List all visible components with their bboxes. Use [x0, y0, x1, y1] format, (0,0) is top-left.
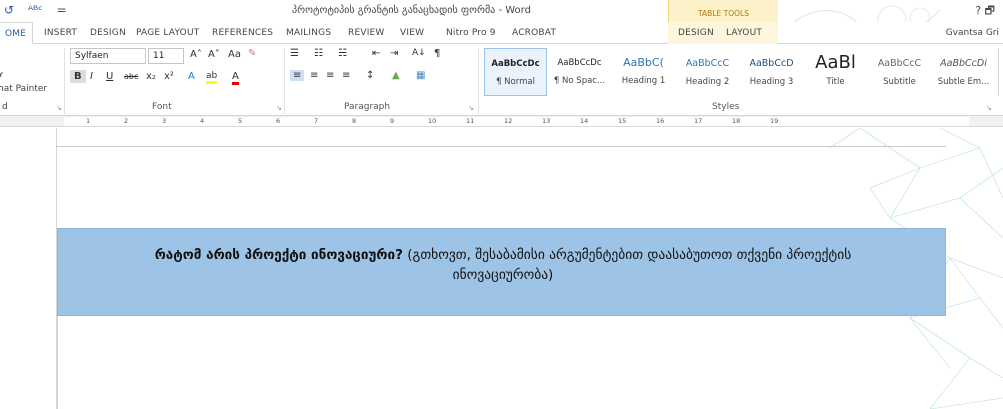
font-color-icon[interactable]: A — [232, 71, 239, 85]
style-subtitle[interactable]: AaBbCcC Subtitle — [868, 48, 931, 96]
clipboard-group-label: d — [2, 102, 8, 112]
paragraph-group-label: Paragraph — [344, 102, 391, 112]
subscript-button[interactable]: x₂ — [146, 71, 156, 82]
font-size-select[interactable]: 11 — [148, 48, 184, 64]
group-separator — [284, 48, 285, 114]
ruler-number: 2 — [124, 117, 129, 125]
style-title[interactable]: AaBl Title — [804, 48, 867, 96]
text-effects-icon[interactable]: A — [188, 71, 195, 82]
line-spacing-icon[interactable]: ↕ — [366, 70, 374, 81]
tab-review[interactable]: REVIEW — [348, 28, 385, 38]
ruler-number: 1 — [86, 117, 91, 125]
ruler-number: 15 — [618, 117, 627, 125]
align-center-icon[interactable]: ≡ — [310, 70, 318, 81]
grow-font-button[interactable]: A˄ — [190, 49, 202, 60]
bullets-icon[interactable]: ☰ — [290, 48, 299, 59]
style-heading-3[interactable]: AaBbCcD Heading 3 — [740, 48, 803, 96]
tab-nitro-pro[interactable]: Nitro Pro 9 — [446, 28, 496, 38]
ruler-number: 14 — [580, 117, 589, 125]
styles-group-label: Styles — [712, 102, 740, 112]
font-family-select[interactable]: Sylfaen — [70, 48, 146, 64]
multilevel-list-icon[interactable]: ☵ — [338, 48, 347, 59]
justify-icon[interactable]: ≡ — [342, 70, 350, 81]
ruler-number: 16 — [656, 117, 665, 125]
tab-view[interactable]: VIEW — [400, 28, 424, 38]
change-case-button[interactable]: Aa — [228, 49, 241, 60]
ruler-number: 5 — [238, 117, 243, 125]
decrease-indent-icon[interactable]: ⇤ — [372, 48, 380, 59]
ruler-number: 9 — [390, 117, 395, 125]
page-top-border — [56, 146, 946, 147]
ruler-number: 10 — [428, 117, 437, 125]
tab-acrobat[interactable]: ACROBAT — [512, 28, 556, 38]
user-name[interactable]: Gvantsa Gri — [946, 28, 999, 38]
tab-home[interactable]: OME — [0, 22, 34, 44]
table-tools-label: TABLE TOOLS — [668, 0, 778, 22]
ruler-number: 17 — [694, 117, 703, 125]
question-instruction: (გთხოვთ, შესაბამისი არგუმენტებით დაასაბუ… — [402, 247, 852, 283]
clipboard-launcher-icon[interactable]: ↘ — [56, 104, 62, 112]
increase-indent-icon[interactable]: ⇥ — [390, 48, 398, 59]
styles-launcher-icon[interactable]: ↘ — [986, 104, 992, 112]
styles-gallery: AaBbCcDc ¶ Normal AaBbCcDc ¶ No Spac... … — [484, 48, 996, 98]
ruler-number: 8 — [352, 117, 357, 125]
paragraph-launcher-icon[interactable]: ↘ — [468, 104, 474, 112]
ruler-number: 4 — [200, 117, 205, 125]
tab-table-layout[interactable]: LAYOUT — [726, 28, 762, 38]
tab-mailings[interactable]: MAILINGS — [286, 28, 331, 38]
ruler-number: 3 — [162, 117, 167, 125]
tab-design[interactable]: DESIGN — [90, 28, 126, 38]
group-separator — [64, 48, 65, 114]
shading-icon[interactable]: ▲ — [392, 70, 400, 81]
style-subtle-emphasis[interactable]: AaBbCcDi Subtle Em... — [932, 48, 995, 96]
clear-formatting-icon[interactable]: ✎ — [248, 48, 256, 59]
ruler-number: 7 — [314, 117, 319, 125]
numbering-icon[interactable]: ☷ — [314, 48, 323, 59]
document-canvas[interactable]: რატომ არის პროექტი ინოვაციური? (გთხოვთ, … — [0, 128, 1003, 409]
style-no-spacing[interactable]: AaBbCcDc ¶ No Spac... — [548, 48, 611, 96]
tab-insert[interactable]: INSERT — [44, 28, 77, 38]
borders-icon[interactable]: ▦ — [416, 70, 425, 81]
align-right-icon[interactable]: ≡ — [326, 70, 334, 81]
underline-button[interactable]: U — [106, 71, 113, 82]
ruler-number: 19 — [770, 117, 779, 125]
table-cell-question[interactable]: რატომ არის პროექტი ინოვაციური? (გთხოვთ, … — [57, 228, 946, 316]
highlight-color-icon[interactable]: ab — [206, 71, 218, 84]
ruler-number: 11 — [466, 117, 475, 125]
ruler-number: 12 — [504, 117, 513, 125]
style-heading-1[interactable]: AaBbC( Heading 1 — [612, 48, 675, 96]
show-formatting-marks-icon[interactable]: ¶ — [434, 48, 440, 59]
strikethrough-button[interactable]: abc — [124, 72, 138, 81]
ribbon: ʏ hat Painter d ↘ Sylfaen 11 A˄ A˅ Aa ✎ … — [0, 44, 1003, 116]
sort-icon[interactable]: A↓ — [412, 48, 426, 58]
style-normal[interactable]: AaBbCcDc ¶ Normal — [484, 48, 547, 96]
horizontal-ruler[interactable]: 1 2 3 4 5 6 7 8 9 10 11 12 13 14 15 16 1… — [0, 116, 1003, 127]
cell-question-text: რატომ არის პროექტი ინოვაციური? (გთხოვთ, … — [118, 245, 888, 285]
question-heading: რატომ არის პროექტი ინოვაციური? — [154, 247, 403, 263]
shrink-font-button[interactable]: A˅ — [208, 49, 220, 60]
align-left-icon[interactable]: ≡ — [290, 70, 305, 81]
tab-page-layout[interactable]: PAGE LAYOUT — [136, 28, 199, 38]
group-separator — [478, 48, 479, 114]
format-painter-button[interactable]: hat Painter — [0, 84, 47, 94]
superscript-button[interactable]: x² — [164, 71, 174, 82]
font-group-label: Font — [152, 102, 172, 112]
tab-table-design[interactable]: DESIGN — [678, 28, 714, 38]
ruler-number: 18 — [732, 117, 741, 125]
table-cell-answer[interactable] — [57, 316, 946, 409]
ruler-number: 13 — [542, 117, 551, 125]
italic-button[interactable]: I — [90, 71, 93, 82]
window-controls[interactable]: ? 🗗 — [975, 2, 995, 21]
ribbon-tabs: OME INSERT DESIGN PAGE LAYOUT REFERENCES… — [0, 22, 1003, 44]
ruler-number: 6 — [276, 117, 281, 125]
title-bar: ↺ ᴬᴮᶜ = პროტოტიპის გრანტის განაცხადის ფო… — [0, 0, 1003, 38]
tab-references[interactable]: REFERENCES — [212, 28, 273, 38]
style-heading-2[interactable]: AaBbCcC Heading 2 — [676, 48, 739, 96]
clipboard-cut-partial[interactable]: ʏ — [0, 70, 4, 80]
font-launcher-icon[interactable]: ↘ — [276, 104, 282, 112]
bold-button[interactable]: B — [70, 70, 86, 83]
styles-gallery-scroll[interactable] — [998, 48, 1003, 96]
